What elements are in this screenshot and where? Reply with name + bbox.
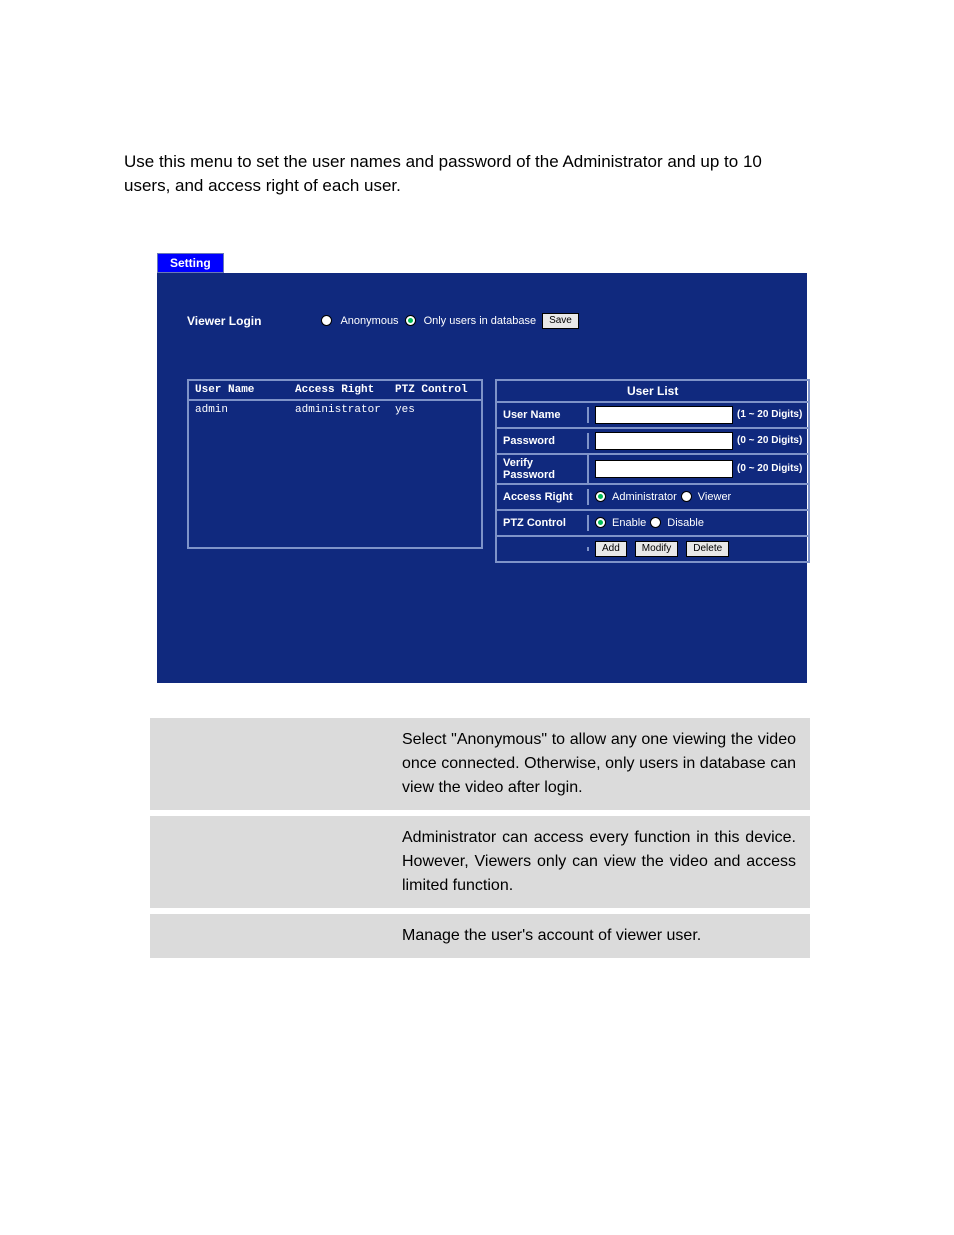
radio-access-admin[interactable]	[595, 491, 606, 502]
table-row[interactable]: admin administrator yes	[195, 404, 475, 416]
users-table: User Name Access Right PTZ Control admin…	[187, 379, 483, 549]
verify-password-input[interactable]	[595, 460, 733, 478]
cell-ptz: yes	[395, 404, 475, 416]
buttons-row-spacer	[497, 547, 589, 551]
save-button[interactable]: Save	[542, 313, 579, 329]
radio-ptz-enable[interactable]	[595, 517, 606, 528]
viewer-login-radio-group: Anonymous Only users in database Save	[321, 313, 578, 329]
user-list-title: User List	[497, 381, 808, 403]
col-ptz-control: PTZ Control	[395, 384, 475, 396]
user-list-form: User List User Name (1 ~ 20 Digits) Pass…	[495, 379, 810, 563]
radio-access-viewer[interactable]	[681, 491, 692, 502]
radio-anonymous[interactable]	[321, 315, 332, 326]
user-name-field-label: User Name	[497, 407, 589, 423]
desc-row-access-right: Administrator can access every function …	[150, 813, 810, 911]
desc-row-viewer-login: Select "Anonymous" to allow any one view…	[150, 718, 810, 813]
col-access-right: Access Right	[295, 384, 395, 396]
password-input[interactable]	[595, 432, 733, 450]
desc-label	[150, 911, 388, 961]
radio-only-db[interactable]	[405, 315, 416, 326]
desc-text: Select "Anonymous" to allow any one view…	[388, 718, 810, 813]
user-name-input[interactable]	[595, 406, 733, 424]
desc-text: Manage the user's account of viewer user…	[388, 911, 810, 961]
desc-label	[150, 813, 388, 911]
verify-password-hint: (0 ~ 20 Digits)	[737, 463, 802, 474]
radio-anonymous-label: Anonymous	[340, 315, 398, 327]
password-hint: (0 ~ 20 Digits)	[737, 435, 802, 446]
modify-button[interactable]: Modify	[635, 541, 678, 557]
desc-label	[150, 718, 388, 813]
radio-ptz-disable-label: Disable	[667, 517, 704, 529]
verify-password-field-label: Verify Password	[497, 455, 589, 483]
cell-user: admin	[195, 404, 295, 416]
access-right-field-label: Access Right	[497, 489, 589, 505]
radio-ptz-disable[interactable]	[650, 517, 661, 528]
delete-button[interactable]: Delete	[686, 541, 729, 557]
col-user-name: User Name	[195, 384, 295, 396]
settings-panel: Viewer Login Anonymous Only users in dat…	[157, 273, 807, 683]
desc-text: Administrator can access every function …	[388, 813, 810, 911]
description-table: Select "Anonymous" to allow any one view…	[150, 718, 810, 964]
radio-access-viewer-label: Viewer	[698, 491, 731, 503]
radio-only-db-label: Only users in database	[424, 315, 537, 327]
intro-text: Use this menu to set the user names and …	[124, 150, 809, 198]
radio-access-admin-label: Administrator	[612, 491, 677, 503]
user-name-hint: (1 ~ 20 Digits)	[737, 409, 802, 420]
add-button[interactable]: Add	[595, 541, 627, 557]
desc-row-add-modify-delete: Manage the user's account of viewer user…	[150, 911, 810, 961]
ptz-control-field-label: PTZ Control	[497, 515, 589, 531]
radio-ptz-enable-label: Enable	[612, 517, 646, 529]
viewer-login-label: Viewer Login	[187, 314, 261, 328]
password-field-label: Password	[497, 433, 589, 449]
setting-tab[interactable]: Setting	[157, 253, 224, 273]
cell-access: administrator	[295, 404, 395, 416]
